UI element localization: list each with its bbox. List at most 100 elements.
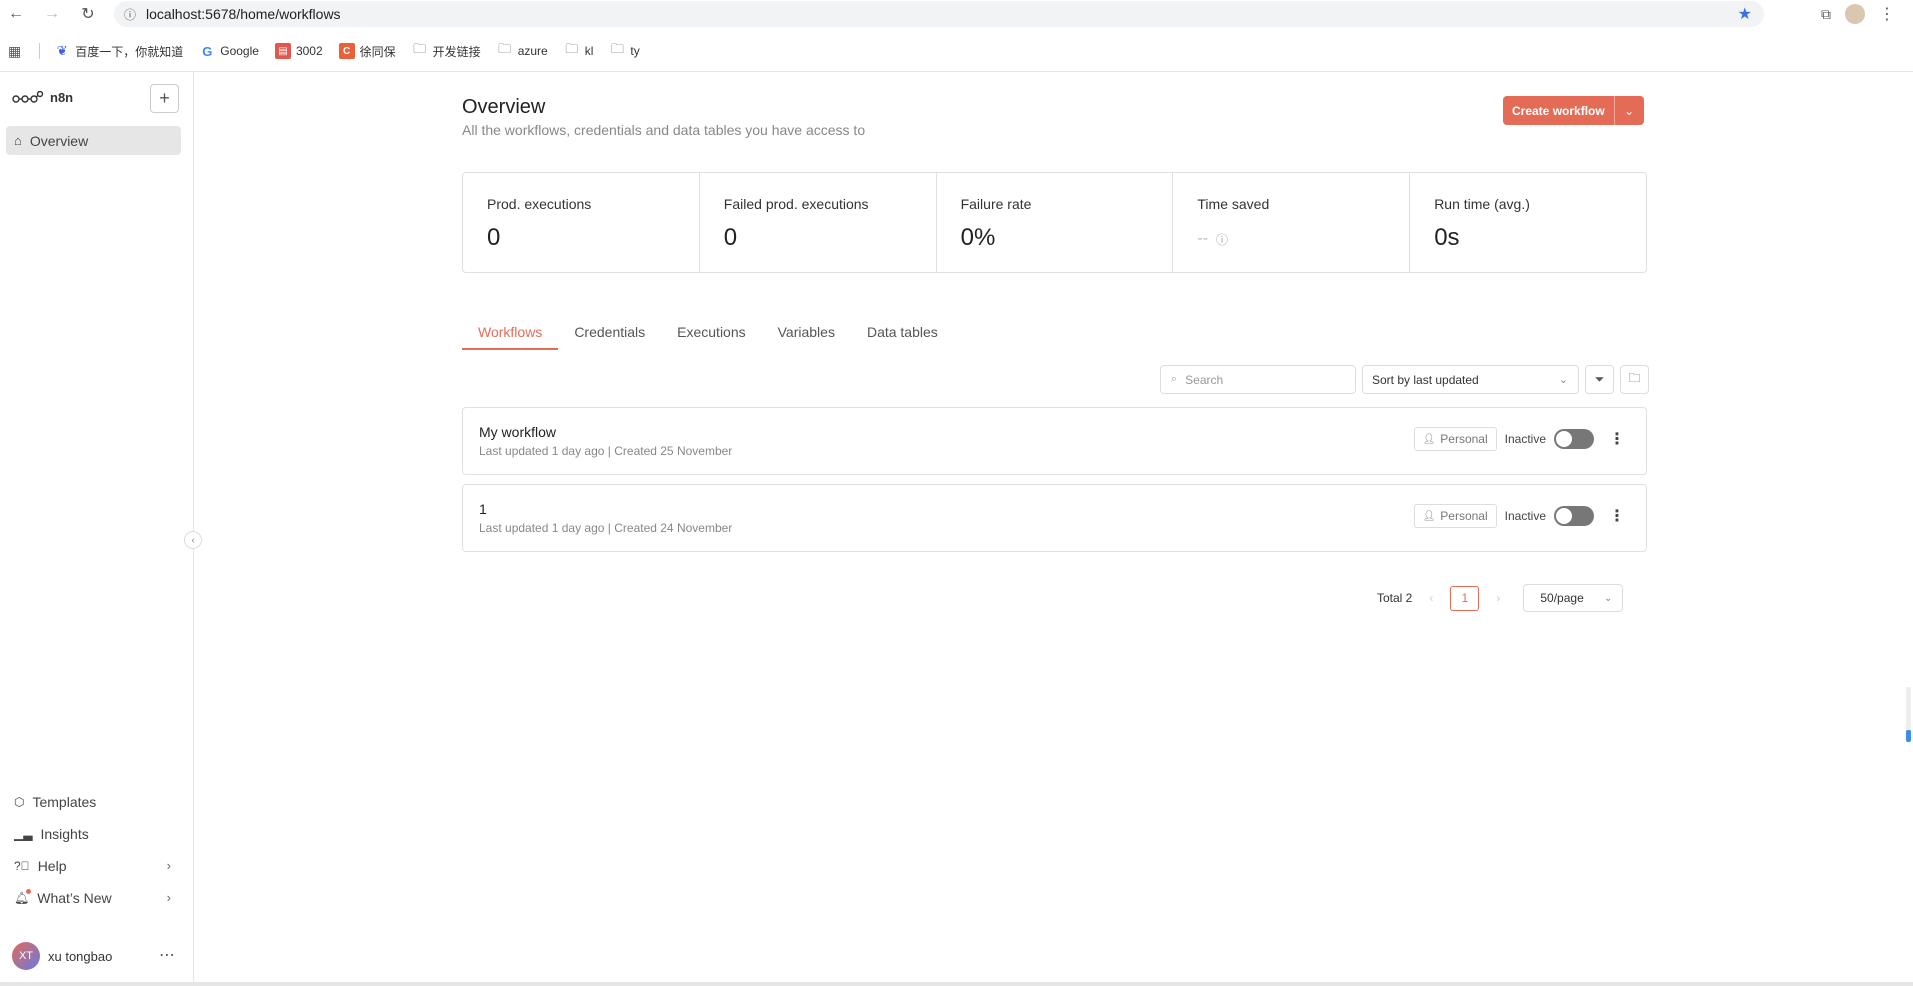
bookmark-azure[interactable]: 🗀 azure [497,41,548,59]
owner-badge[interactable]: 👤︎ Personal [1413,504,1497,528]
bookmarks-bar: ▦ ❦ 百度一下，你就知道 G Google ▤ 3002 C 徐同保 🗀 开发… [0,36,1913,66]
owner-badge[interactable]: 👤︎ Personal [1413,427,1497,451]
user-name: xu tongbao [48,948,113,964]
create-workflow-button[interactable]: Create workflow [1503,96,1614,125]
list-toolbar: ⌕ Search Sort by last updated ⌄ ⏷ 🗀 [1160,365,1649,394]
workflow-card[interactable]: 1 Last updated 1 day ago | Created 24 No… [462,484,1647,552]
scrollbar-thumb[interactable] [1906,730,1911,742]
bookmark-google[interactable]: G Google [199,43,259,59]
more-vertical-icon[interactable]: ⋮ [1602,429,1632,449]
search-icon: ⌕ [1171,373,1178,385]
folder-icon: 🗀 [413,41,427,56]
filter-icon: ⏷ [1594,372,1605,386]
google-icon: G [202,43,213,59]
divider [0,71,1913,72]
browser-menu-icon[interactable]: ⋮ [1879,4,1895,24]
profile-avatar[interactable] [1845,4,1865,24]
workflow-meta: Last updated 1 day ago | Created 24 Nove… [479,521,733,535]
site-info-icon[interactable]: ⓘ [124,6,136,23]
workflow-title[interactable]: 1 [479,501,487,517]
templates-icon: ⬡ [14,794,25,809]
address-bar[interactable]: ⓘ localhost:5678/home/workflows ★ [114,1,1764,27]
page-number[interactable]: 1 [1450,585,1480,611]
sidebar-item-insights[interactable]: ▁▃ Insights [6,819,181,848]
tab-workflows[interactable]: Workflows [462,324,559,350]
chevron-right-icon: › [166,858,171,873]
stats-panel: Prod. executions 0 Failed prod. executio… [462,172,1647,273]
home-icon: ⌂ [14,133,22,148]
search-input[interactable]: ⌕ Search [1160,365,1356,394]
sidebar-item-templates[interactable]: ⬡ Templates [6,787,181,816]
info-icon[interactable]: ⓘ [1216,231,1228,248]
tab-credentials[interactable]: Credentials [558,324,661,350]
bookmark-xutongbao[interactable]: C 徐同保 [338,43,396,60]
status-label: Inactive [1504,509,1546,523]
plus-icon: + [159,88,170,108]
apps-grid-icon[interactable]: ▦ [8,43,21,60]
create-dropdown-button[interactable]: ⌄ [1613,96,1644,125]
create-workflow-button-group: Create workflow ⌄ [1503,96,1644,125]
more-horizontal-icon[interactable]: ⋯ [159,945,175,965]
collapse-sidebar-icon[interactable]: ‹ [184,531,202,549]
chevron-down-icon: ⌄ [1603,592,1613,604]
more-vertical-icon[interactable]: ⋮ [1602,506,1632,526]
sidebar-item-whats-new[interactable]: 🔔︎ What’s New › [6,883,181,912]
back-icon[interactable]: ← [2,0,30,28]
app-icon: ▤ [274,43,291,59]
user-menu[interactable]: XT xu tongbao [12,942,112,970]
brand-name: n8n [50,90,74,105]
chart-icon: ▁▃ [14,826,33,841]
filter-button[interactable]: ⏷ [1585,365,1614,394]
n8n-logo[interactable]: n8n [12,90,73,105]
stat-failure-rate[interactable]: Failure rate 0% [937,173,1174,272]
help-icon: ?⃝ [14,858,30,873]
per-page-select[interactable]: 50/page ⌄ [1523,584,1624,612]
workflow-title[interactable]: My workflow [479,424,556,440]
stat-prod-executions[interactable]: Prod. executions 0 [463,173,700,272]
workflow-card[interactable]: My workflow Last updated 1 day ago | Cre… [462,407,1647,475]
user-icon: 👤︎ [1422,433,1436,445]
sidebar-item-help[interactable]: ?⃝ Help › [6,851,181,880]
folder-icon: 🗀 [610,41,624,56]
add-button[interactable]: + [150,84,179,113]
sort-select[interactable]: Sort by last updated ⌄ [1362,365,1579,394]
bookmark-3002[interactable]: ▤ 3002 [274,43,323,59]
page-subtitle: All the workflows, credentials and data … [462,122,866,138]
sidebar-item-overview[interactable]: ⌂ Overview [6,126,181,155]
bookmark-ty[interactable]: 🗀 ty [609,41,640,59]
reload-icon[interactable]: ↻ [74,0,102,28]
forward-icon[interactable]: → [38,0,66,28]
tab-executions[interactable]: Executions [661,324,761,350]
prev-page-icon[interactable]: ‹ [1422,591,1440,605]
active-toggle[interactable] [1554,429,1594,449]
folder-plus-icon: 🗀 [1628,371,1641,385]
stat-failed-prod-executions[interactable]: Failed prod. executions 0 [700,173,937,272]
baidu-icon: ❦ [56,43,68,58]
tab-data-tables[interactable]: Data tables [851,324,954,350]
next-page-icon[interactable]: › [1489,591,1507,605]
avatar: XT [12,942,40,970]
new-folder-button[interactable]: 🗀 [1620,365,1649,394]
total-count: Total 2 [1377,591,1413,605]
status-label: Inactive [1504,432,1546,446]
bookmark-kl[interactable]: 🗀 kl [564,41,593,59]
bookmark-star-icon[interactable]: ★ [1738,4,1752,24]
chevron-right-icon: › [166,890,171,905]
chevron-down-icon: ⌄ [1558,374,1568,386]
folder-icon: 🗀 [498,41,512,56]
stat-time-saved[interactable]: Time saved -- ⓘ [1173,173,1411,272]
n8n-logo-icon [12,90,44,103]
extensions-icon[interactable]: ⧉ [1821,6,1831,23]
bell-icon: 🔔︎ [14,888,32,905]
user-icon: 👤︎ [1422,510,1436,522]
c-icon: C [338,43,355,59]
stat-run-time[interactable]: Run time (avg.) 0s [1410,173,1646,272]
url-text: localhost:5678/home/workflows [146,6,341,22]
bookmark-dev-links[interactable]: 🗀 开发链接 [412,41,481,60]
bookmark-baidu[interactable]: ❦ 百度一下，你就知道 [54,43,183,60]
divider [0,982,1913,986]
active-toggle[interactable] [1554,506,1594,526]
tab-variables[interactable]: Variables [762,324,851,350]
chevron-down-icon: ⌄ [1624,103,1635,118]
workflow-meta: Last updated 1 day ago | Created 25 Nove… [479,444,733,458]
